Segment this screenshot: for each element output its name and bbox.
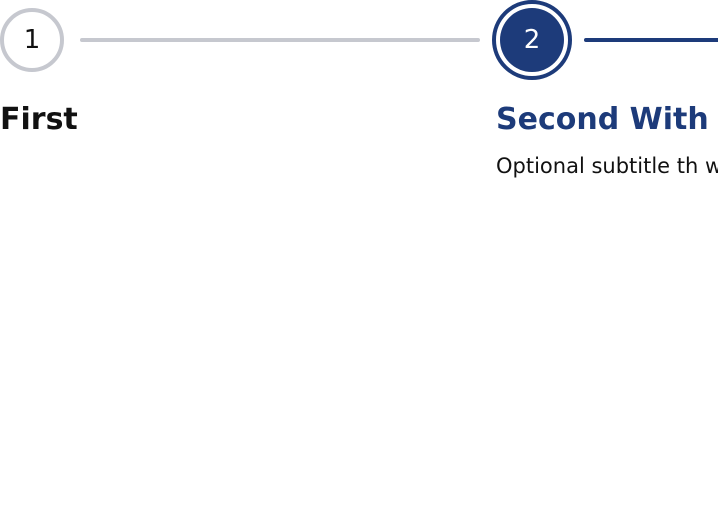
stepper: 1 First 2 Second With a Optional subtitl… <box>0 0 718 528</box>
step-2-number: 2 <box>523 25 541 55</box>
step-1-title: First <box>0 102 78 137</box>
step-1-number: 1 <box>23 25 41 55</box>
step-2-indicator[interactable]: 2 <box>492 0 572 80</box>
step-2-connector <box>584 38 718 42</box>
step-1-connector <box>80 38 480 42</box>
step-1-indicator[interactable]: 1 <box>0 8 64 72</box>
step-2-subtitle: Optional subtitle th wrap <box>496 154 718 178</box>
step-2-title: Second With a <box>496 102 718 137</box>
step-2-indicator-fill: 2 <box>500 8 564 72</box>
